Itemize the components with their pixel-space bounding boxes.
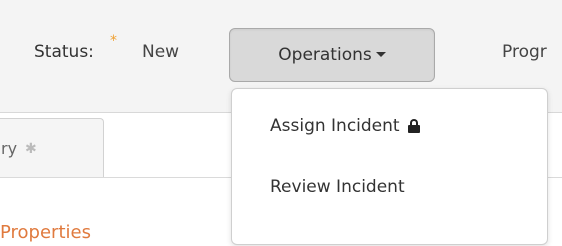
section-title-properties: Properties	[0, 222, 91, 243]
operations-button-label: Operations	[278, 45, 372, 65]
tab-summary[interactable]: ry ✱	[0, 118, 104, 178]
required-asterisk-icon: ✱	[25, 140, 37, 157]
status-value: New	[142, 42, 180, 62]
status-label: Status: *	[34, 33, 117, 62]
menu-item-label: Review Incident	[270, 177, 405, 197]
menu-item-assign-incident[interactable]: Assign Incident	[270, 116, 420, 136]
menu-item-label: Assign Incident	[270, 116, 400, 136]
caret-down-icon	[375, 51, 386, 57]
required-star-icon: *	[110, 33, 117, 49]
lock-icon	[407, 119, 420, 133]
status-label-text: Status:	[34, 42, 94, 62]
menu-item-review-incident[interactable]: Review Incident	[270, 177, 405, 197]
operations-button[interactable]: Operations	[229, 28, 435, 82]
progress-label: Progr	[502, 42, 547, 62]
tab-label: ry	[1, 139, 18, 158]
operations-dropdown-menu: Assign Incident Review Incident	[231, 88, 548, 245]
